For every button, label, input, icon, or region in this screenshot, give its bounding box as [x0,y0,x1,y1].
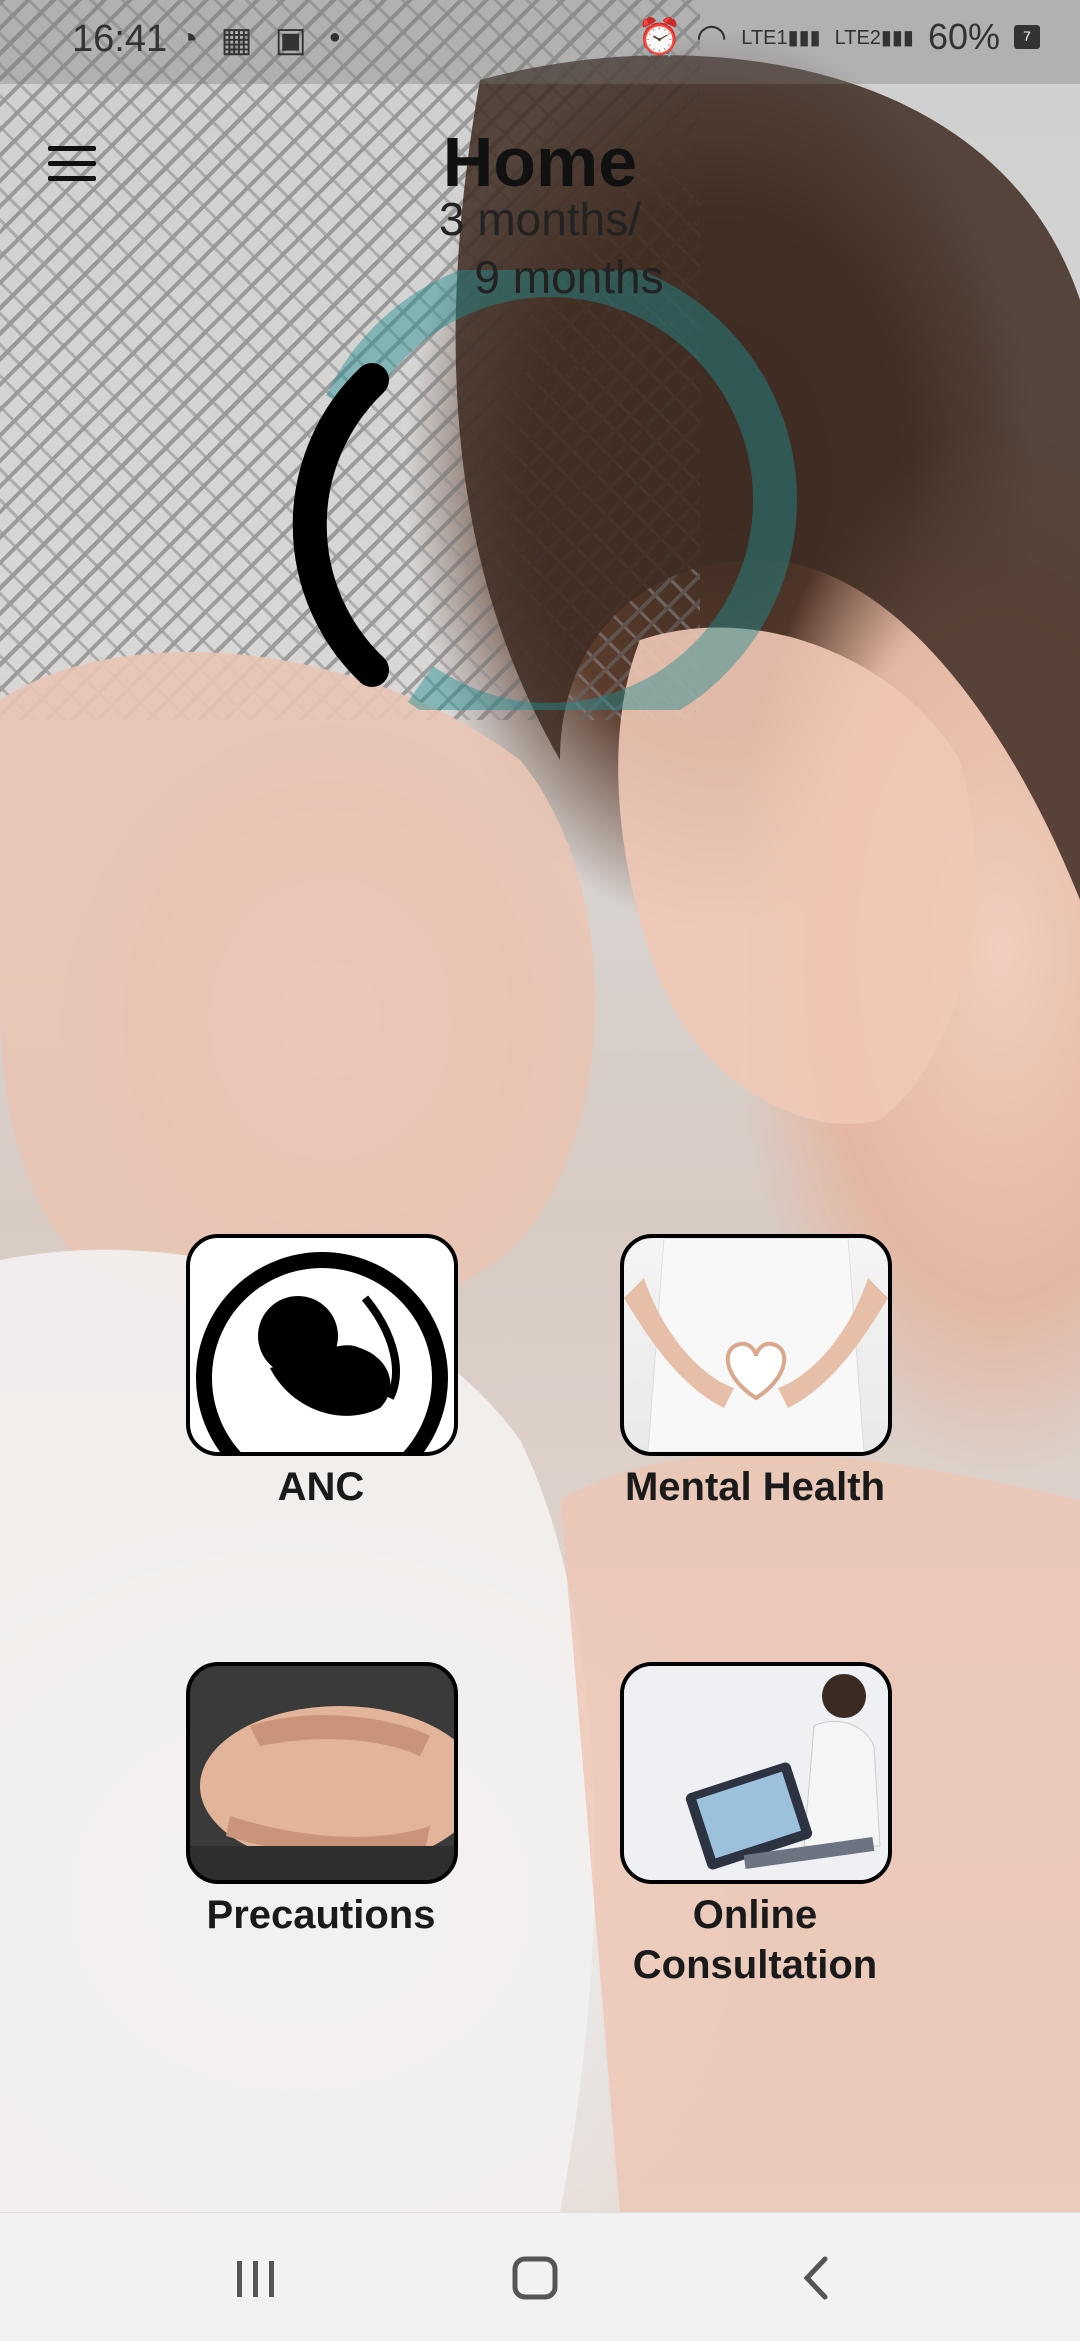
tile-online-consultation-label: Online Consultation [632,1893,878,1987]
tile-anc[interactable]: ANC [186,1234,458,1512]
tile-mental-health[interactable]: Mental Health [620,1234,892,1512]
status-indicators: ⏰ ◠ LTE1▮▮▮ LTE2▮▮▮ 60% 7 [637,16,1040,58]
signal-lte1-icon: LTE1▮▮▮ [741,26,821,49]
dot-icon: ● [328,26,341,48]
online-consultation-image [620,1662,892,1884]
belly-heart-hands-icon [624,1238,888,1452]
mental-health-image [620,1234,892,1456]
home-icon [512,2256,558,2300]
pregnancy-progress-ring [292,270,797,710]
recent-apps-icon [237,2261,274,2297]
precautions-image [186,1662,458,1884]
back-button[interactable] [755,2243,875,2313]
progress-arc [292,363,389,687]
tile-mental-health-label: Mental Health [624,1465,886,1509]
home-button[interactable] [475,2243,595,2313]
notification-icons: ◔ ▦ ▣ ● [178,20,341,60]
progress-label: 3 months/ 9 months [0,190,1080,306]
alarm-icon: ⏰ [637,16,682,57]
laptop-consultation-icon [624,1666,888,1880]
recent-apps-button[interactable] [195,2243,315,2313]
status-bar: 16:41 ◔ ▦ ▣ ● ⏰ ◠ LTE1▮▮▮ LTE2▮▮▮ 60% 7 [0,0,1080,84]
status-time: 16:41 [72,18,168,60]
system-navigation-bar [0,2212,1080,2341]
signal-lte2-icon: LTE2▮▮▮ [834,26,914,49]
tile-anc-label: ANC [277,1465,365,1509]
tile-precautions-label: Precautions [206,1893,436,1937]
battery-icon: 7 [1014,25,1040,49]
tile-precautions[interactable]: Precautions [186,1662,458,1940]
progress-current: 3 months/ [439,193,641,245]
wifi-icon: ◠ [695,16,728,57]
whatsapp-icon: ◔ [178,20,199,58]
battery-percent: 60% [927,16,1000,57]
gallery-icon: ▣ [274,21,307,59]
anc-image [186,1234,458,1456]
calendar-icon: ▦ [220,21,253,59]
pregnant-belly-icon [190,1706,454,1880]
tile-online-consultation[interactable]: Online Consultation [620,1662,892,1990]
fetus-icon [196,1252,448,1452]
progress-total: 9 months [474,251,664,303]
back-icon [803,2256,828,2300]
